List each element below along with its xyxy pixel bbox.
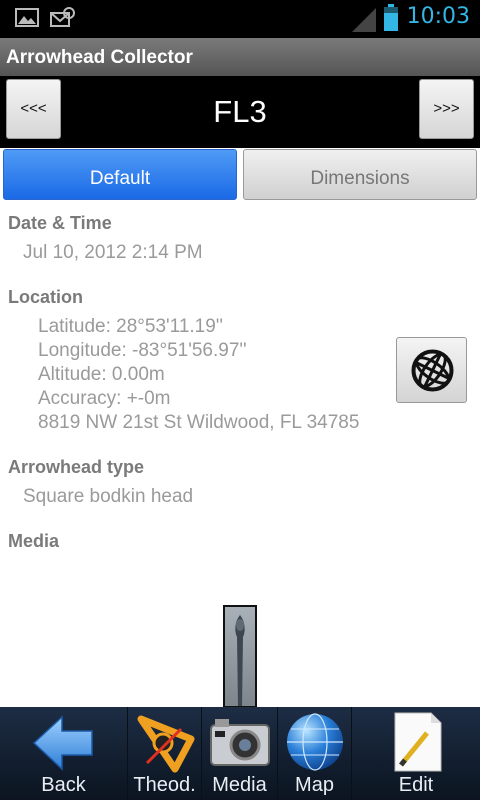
address-value: 8819 NW 21st St Wildwood, FL 34785 xyxy=(38,412,360,433)
camera-icon xyxy=(209,719,270,766)
arrowhead-photo xyxy=(235,615,245,706)
clock: 10:03 xyxy=(406,4,470,29)
tab-default[interactable]: Default xyxy=(3,149,237,200)
altitude-value: Altitude: 0.00m xyxy=(38,364,165,385)
longitude-value: Longitude: -83°51'56.97'' xyxy=(38,340,247,361)
media-button[interactable]: Media xyxy=(202,707,278,800)
arrowhead-type-value: Square bodkin head xyxy=(23,486,194,507)
edit-label: Edit xyxy=(398,774,434,796)
next-record-button[interactable]: >>> xyxy=(419,79,474,139)
theodolite-icon xyxy=(137,715,194,773)
battery-icon xyxy=(384,4,398,31)
back-button[interactable]: Back xyxy=(0,707,128,800)
map-button[interactable]: Map xyxy=(278,707,352,800)
globe-map-icon xyxy=(286,713,343,771)
bottom-toolbar: Back Theod. Media Map Edit xyxy=(0,707,480,800)
location-label: Location xyxy=(8,287,83,307)
record-navigation: <<< FL3 >>> xyxy=(0,76,480,148)
theodolite-button[interactable]: Theod. xyxy=(128,707,202,800)
edit-pencil-icon xyxy=(394,712,442,772)
date-time-value: Jul 10, 2012 2:14 PM xyxy=(23,242,203,263)
theodolite-label: Theod. xyxy=(133,774,196,796)
media-thumbnail[interactable] xyxy=(223,605,257,708)
arrowhead-type-label: Arrowhead type xyxy=(8,457,145,477)
record-name: FL3 xyxy=(213,94,267,129)
signal-icon xyxy=(352,8,376,32)
media-label: Media xyxy=(8,531,60,551)
map-label: Map xyxy=(295,774,334,796)
image-icon xyxy=(15,8,39,27)
status-bar: 10:03 xyxy=(0,0,480,38)
app-title: Arrowhead Collector xyxy=(0,38,480,76)
date-time-label: Date & Time xyxy=(8,213,112,233)
accuracy-value: Accuracy: +-0m xyxy=(38,388,171,409)
globe-icon xyxy=(411,349,454,392)
latitude-value: Latitude: 28°53'11.19'' xyxy=(38,316,224,337)
show-location-button[interactable] xyxy=(396,337,467,403)
back-arrow-icon xyxy=(32,715,93,771)
back-label: Back xyxy=(41,774,86,796)
previous-record-button[interactable]: <<< xyxy=(6,79,61,139)
edit-button[interactable]: Edit xyxy=(352,707,480,800)
tab-dimensions[interactable]: Dimensions xyxy=(243,149,477,200)
tab-bar: Default Dimensions xyxy=(0,149,480,201)
media-button-label: Media xyxy=(212,774,267,796)
email-notification-icon xyxy=(50,7,75,27)
